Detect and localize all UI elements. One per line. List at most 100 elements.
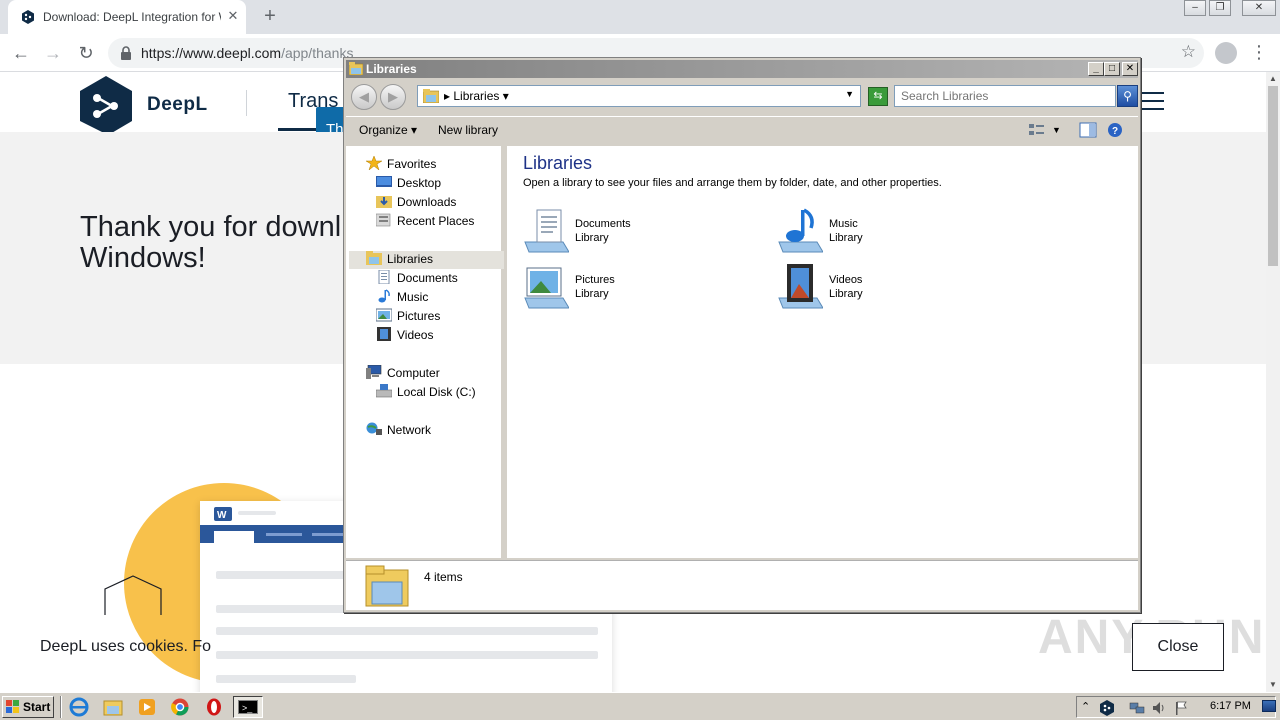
address-dropdown-icon[interactable]: ▼ (845, 89, 854, 99)
recent-places-icon (376, 213, 391, 227)
hard-disk-icon (376, 384, 392, 398)
nav-music[interactable]: Music (376, 288, 428, 306)
profile-avatar-icon[interactable] (1215, 42, 1237, 64)
hamburger-menu-icon[interactable] (1140, 92, 1164, 112)
header-divider (246, 90, 247, 116)
browser-tab-deepl[interactable]: Download: DeepL Integration for Wi ✕ (8, 0, 246, 34)
nav-computer[interactable]: Computer (366, 364, 440, 382)
chrome-icon[interactable] (169, 697, 191, 717)
nav-desktop[interactable]: Desktop (376, 174, 441, 192)
reload-button[interactable]: ↻ (73, 40, 99, 66)
back-button[interactable]: ← (8, 40, 34, 66)
tab-close-icon[interactable]: ✕ (225, 8, 241, 24)
network-tray-icon[interactable] (1129, 700, 1145, 716)
help-icon[interactable]: ? (1106, 122, 1124, 138)
library-documents[interactable]: Documents Library (523, 208, 743, 256)
address-path: ▸ Libraries ▾ (444, 89, 509, 103)
nav-network[interactable]: Network (366, 421, 431, 439)
nav-documents[interactable]: Documents (376, 269, 458, 287)
taskbar-clock[interactable]: 6:17 PM (1210, 700, 1251, 712)
scrollbar-thumb[interactable] (1268, 86, 1278, 266)
action-center-flag-icon[interactable] (1173, 700, 1189, 716)
nav-local-disk[interactable]: Local Disk (C:) (376, 383, 476, 401)
nav-videos[interactable]: Videos (376, 326, 433, 344)
cmd-taskbar-button[interactable]: >_ (233, 696, 263, 718)
content-subtitle: Open a library to see your files and arr… (523, 177, 942, 189)
cmd-icon: >_ (238, 700, 258, 714)
chrome-minimize-button[interactable]: – (1184, 0, 1206, 16)
chrome-restore-button[interactable]: ❐ (1209, 0, 1231, 16)
nav-libraries[interactable]: Libraries (366, 250, 433, 268)
preview-pane-icon[interactable] (1079, 122, 1097, 138)
search-libraries-input[interactable] (901, 89, 1111, 103)
explorer-address-box[interactable]: ▸ Libraries ▾ ▼ (417, 85, 861, 107)
library-type: Library (829, 232, 863, 244)
change-view-icon[interactable] (1028, 122, 1046, 138)
star-icon (366, 156, 382, 170)
tab-title: Download: DeepL Integration for Wi (43, 10, 221, 24)
file-explorer-icon[interactable] (102, 697, 124, 717)
nav-favorites[interactable]: Favorites (366, 155, 436, 173)
explorer-minimize-button[interactable]: _ (1088, 62, 1104, 76)
explorer-window: Libraries _ □ ✕ ◀ ▶ ▸ Libraries ▾ ▼ ⇆ ⚲ … (343, 57, 1141, 613)
media-player-icon[interactable] (136, 697, 158, 717)
start-button[interactable]: Start (2, 696, 54, 718)
show-desktop-icon[interactable] (1262, 700, 1276, 712)
library-videos[interactable]: Videos Library (777, 264, 997, 312)
windows-flag-icon (6, 700, 19, 713)
nav-recent-places[interactable]: Recent Places (376, 212, 474, 230)
page-scrollbar[interactable]: ▲ ▼ (1266, 72, 1280, 692)
libraries-folder-icon (349, 62, 363, 75)
music-library-icon (778, 208, 823, 253)
explorer-search-box[interactable] (894, 85, 1116, 107)
cookie-notice-text: DeepL uses cookies. Fo (40, 638, 212, 655)
nav-videos-label: Videos (397, 328, 434, 342)
nav-pictures[interactable]: Pictures (376, 307, 440, 325)
search-icon[interactable]: ⚲ (1117, 85, 1138, 107)
explorer-refresh-icon[interactable]: ⇆ (868, 87, 888, 106)
deepl-favicon-icon (22, 10, 34, 24)
library-pictures[interactable]: Pictures Library (523, 264, 743, 312)
explorer-close-button[interactable]: ✕ (1122, 62, 1138, 76)
explorer-back-button[interactable]: ◀ (351, 84, 377, 110)
computer-icon (366, 365, 382, 379)
forward-button[interactable]: → (40, 40, 66, 66)
libraries-folder-large-icon (365, 565, 409, 607)
deepl-logo-text[interactable]: DeepL (147, 94, 208, 116)
scroll-down-icon[interactable]: ▼ (1266, 678, 1280, 692)
library-name: Pictures (575, 274, 615, 286)
library-type: Library (575, 288, 609, 300)
deepl-logo-icon[interactable] (80, 76, 132, 140)
opera-icon[interactable] (203, 697, 225, 717)
organize-menu[interactable]: Organize ▾ (359, 123, 417, 137)
explorer-command-bar: Organize ▾ New library ▼ ? (346, 116, 1138, 144)
show-hidden-icons-icon[interactable]: ⌃ (1081, 700, 1097, 716)
bookmark-star-icon[interactable]: ☆ (1181, 42, 1196, 62)
explorer-maximize-button[interactable]: □ (1104, 62, 1120, 76)
library-type: Library (829, 288, 863, 300)
library-name: Music (829, 218, 858, 230)
address-crumb-libraries[interactable]: Libraries (453, 89, 499, 103)
nav-downloads[interactable]: Downloads (376, 193, 456, 211)
chrome-menu-icon[interactable]: ⋮ (1250, 40, 1268, 66)
explorer-title-bar[interactable]: Libraries _ □ ✕ (346, 60, 1138, 78)
content-title: Libraries (523, 153, 593, 173)
view-options-dropdown-icon[interactable]: ▼ (1052, 125, 1061, 135)
nav-downloads-label: Downloads (397, 195, 457, 209)
word-icon: W (214, 507, 232, 521)
library-music[interactable]: Music Library (777, 208, 997, 256)
explorer-forward-button[interactable]: ▶ (380, 84, 406, 110)
chrome-close-button[interactable]: ✕ (1242, 0, 1276, 16)
scroll-up-icon[interactable]: ▲ (1266, 72, 1280, 86)
desktop-icon (376, 176, 392, 187)
nav-recent-places-label: Recent Places (397, 214, 475, 228)
deepl-tray-icon[interactable] (1099, 700, 1115, 716)
new-tab-button[interactable]: + (258, 5, 282, 29)
cookie-close-button[interactable]: Close (1132, 623, 1224, 671)
downloads-folder-icon (376, 196, 392, 208)
nav-favorites-label: Favorites (387, 157, 437, 171)
volume-icon[interactable] (1151, 700, 1167, 716)
new-library-button[interactable]: New library (438, 123, 498, 137)
internet-explorer-icon[interactable] (68, 697, 90, 717)
nav-network-label: Network (387, 423, 432, 437)
